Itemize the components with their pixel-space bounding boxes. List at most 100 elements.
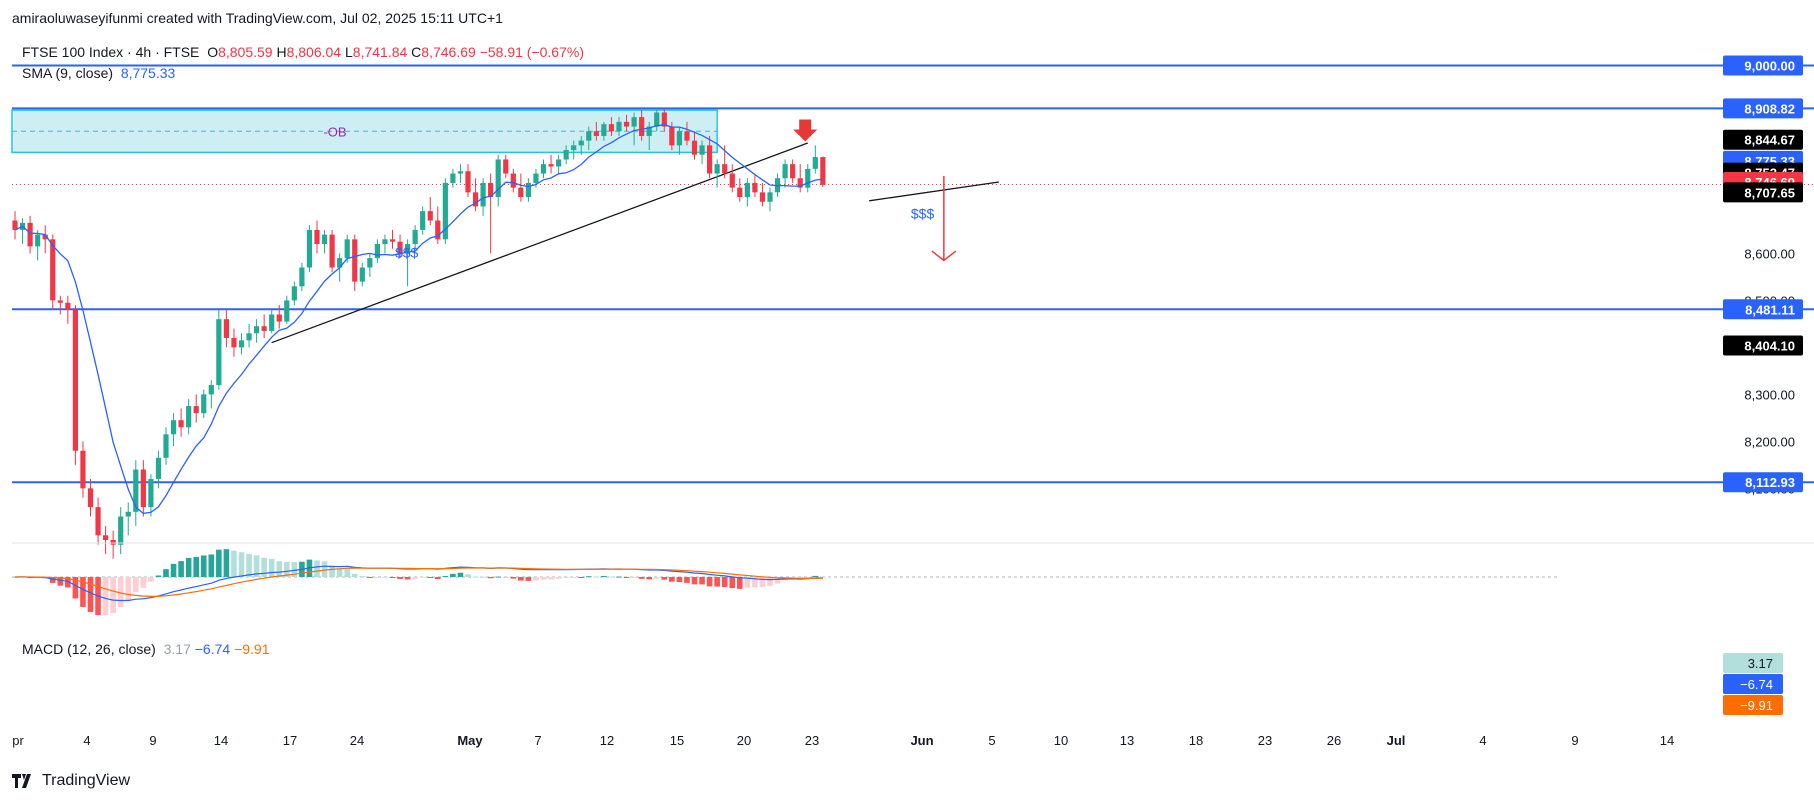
candle xyxy=(27,215,33,254)
macd-histogram-bar xyxy=(344,569,350,577)
macd-histogram-bar xyxy=(721,577,728,588)
candle-body xyxy=(306,229,313,268)
candle-body xyxy=(752,182,758,193)
candle-body xyxy=(374,244,380,259)
macd-histogram-bar xyxy=(653,577,660,579)
macd-histogram-bar xyxy=(759,577,766,588)
candle-body xyxy=(654,112,660,127)
candle-body xyxy=(193,406,199,414)
macd-histogram-bar xyxy=(661,577,668,580)
candle xyxy=(540,159,547,179)
candle-body xyxy=(276,314,282,322)
macd-histogram-bar xyxy=(246,553,252,577)
candle-body xyxy=(125,511,131,517)
candle xyxy=(201,389,207,418)
macd-histogram-bar xyxy=(714,577,720,587)
candle xyxy=(95,497,101,545)
candle-body xyxy=(759,192,766,202)
candle xyxy=(261,314,267,338)
candle-body xyxy=(170,420,177,435)
candle xyxy=(329,229,335,273)
candle xyxy=(797,164,803,193)
time-tick-label: 20 xyxy=(737,733,751,748)
candle xyxy=(110,530,116,559)
sma-label: SMA (9, close) xyxy=(22,65,114,81)
price-tag: 8,404.10 xyxy=(1744,338,1795,353)
macd-histogram-bar xyxy=(419,577,426,578)
macd-histogram-bar xyxy=(472,576,479,578)
sma-legend: SMA (9, close) 8,775.33 xyxy=(22,65,175,81)
candle-body xyxy=(601,124,607,136)
candle xyxy=(420,206,426,235)
candle xyxy=(744,178,750,207)
macd-histogram-bar xyxy=(548,577,554,580)
macd-histogram-bar xyxy=(570,577,577,578)
macd-tag: −6.74 xyxy=(1740,677,1773,692)
candle xyxy=(65,295,71,324)
macd-histogram-bar xyxy=(238,552,245,577)
macd-histogram-bar xyxy=(125,577,132,601)
open-label: O xyxy=(207,44,219,60)
candle-body xyxy=(110,540,116,545)
macd-histogram-bar xyxy=(450,573,456,577)
macd-histogram-bar xyxy=(699,577,705,585)
candle xyxy=(284,295,290,324)
macd-histogram-bar xyxy=(155,575,162,577)
macd-histogram-bar xyxy=(389,577,396,578)
macd-histogram-bar xyxy=(586,576,592,578)
low-label: L xyxy=(344,44,353,60)
candle xyxy=(518,173,524,202)
tradingview-brand[interactable]: TradingView xyxy=(12,772,130,790)
candle xyxy=(178,408,184,437)
candle xyxy=(510,168,516,193)
level-price-tag: 8,908.82 xyxy=(1744,101,1795,116)
macd-histogram-bar xyxy=(578,576,585,578)
macd-histogram-bar xyxy=(737,577,743,589)
candle-body xyxy=(427,211,433,221)
candle xyxy=(306,225,313,273)
macd-histogram-bar xyxy=(480,576,486,578)
candle xyxy=(223,309,229,348)
macd-histogram-bar xyxy=(638,577,645,579)
candle-body xyxy=(329,234,335,268)
time-axis: pr 4 9 14 17 24 May 7 12 15 20 23 Jun 5 10 13 18 23 26 Jul 4… xyxy=(12,733,1674,748)
macd-histogram-bar xyxy=(404,577,411,580)
macd-histogram-bar xyxy=(102,577,109,616)
candle-body xyxy=(87,488,94,508)
macd-histogram-bar xyxy=(351,573,358,577)
candle xyxy=(767,187,773,212)
macd-histogram-bar xyxy=(669,577,675,582)
macd-label: MACD (12, 26, close) xyxy=(22,641,156,657)
candle-body xyxy=(269,314,275,331)
candle-body xyxy=(525,182,531,198)
candle-body xyxy=(533,173,539,183)
macd-histogram-bar xyxy=(593,576,600,578)
ohlc-legend: FTSE 100 Index · 4h · FTSE O8,805.59 H8,… xyxy=(22,44,584,60)
macd-histogram-bar xyxy=(185,557,192,577)
candle-body xyxy=(103,535,109,540)
candle xyxy=(186,399,192,435)
macd-histogram-bar xyxy=(608,576,615,578)
candle-body xyxy=(148,478,154,508)
credit-header: amiraoluwaseyifunmi created with Trading… xyxy=(12,10,503,26)
candle-body xyxy=(223,319,229,338)
candle xyxy=(321,229,328,254)
candles xyxy=(12,108,826,559)
candle xyxy=(140,460,146,517)
price-tag: 8,707.65 xyxy=(1744,185,1795,200)
candle-body xyxy=(186,406,192,428)
candle xyxy=(193,394,199,423)
liquidity-label: $$$ xyxy=(395,244,419,260)
candle-body xyxy=(571,145,577,151)
macd-histogram-bar xyxy=(510,577,517,579)
macd-histogram-bar xyxy=(706,577,713,587)
candle-body xyxy=(35,234,41,247)
time-tick-label: 18 xyxy=(1189,733,1203,748)
price-chart[interactable]: -OB $$$$$$ 8,600.008,500.008,300.008,200… xyxy=(0,0,1814,803)
candle-body xyxy=(510,173,516,188)
macd-histogram-bar xyxy=(87,577,94,612)
candle-body xyxy=(465,171,471,193)
candle xyxy=(163,427,169,465)
candle xyxy=(12,211,18,240)
candle-body xyxy=(118,516,124,545)
